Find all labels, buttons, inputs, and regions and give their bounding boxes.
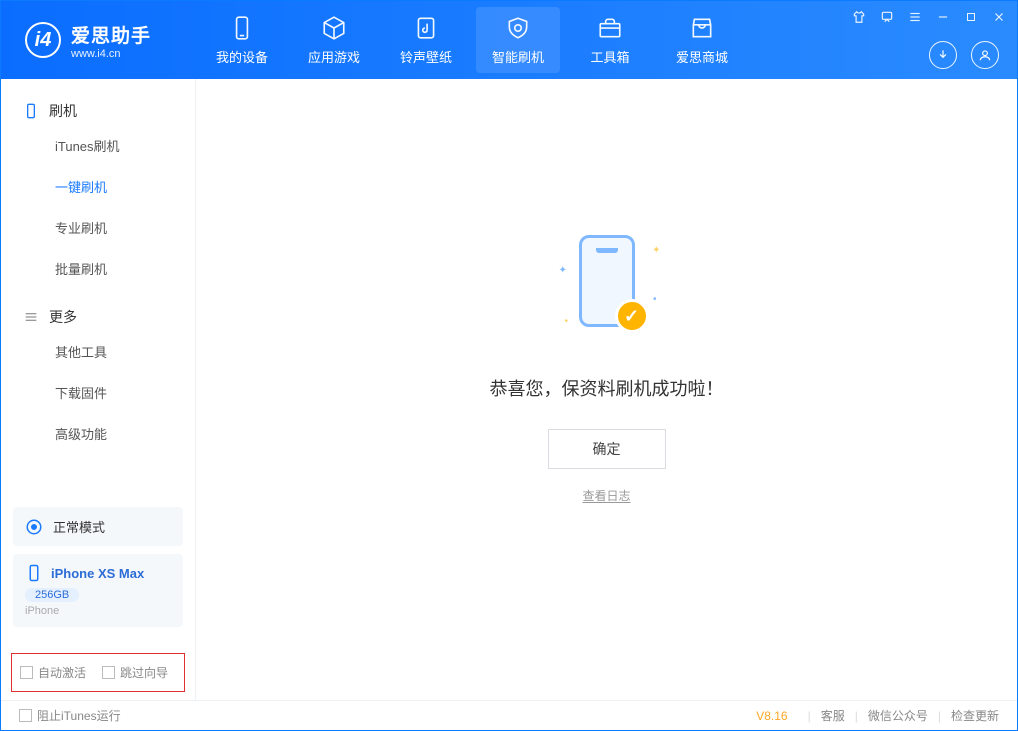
wechat-link[interactable]: 微信公众号 — [868, 707, 928, 724]
app-subtitle: www.i4.cn — [71, 48, 151, 60]
tab-ringtones-wallpapers[interactable]: 铃声壁纸 — [380, 1, 472, 79]
checkbox-auto-activate[interactable]: 自动激活 — [20, 664, 86, 681]
header-right-buttons — [929, 41, 999, 69]
music-note-icon — [413, 15, 439, 41]
close-button[interactable] — [991, 9, 1007, 25]
titlebar-controls — [851, 9, 1007, 25]
store-icon — [689, 15, 715, 41]
cube-icon — [321, 15, 347, 41]
sidebar-item-pro-flash[interactable]: 专业刷机 — [1, 207, 195, 248]
main-tabs: 我的设备 应用游戏 铃声壁纸 智能刷机 工具箱 爱思商城 — [196, 1, 748, 79]
app-title: 爱思助手 — [71, 21, 151, 48]
device-card[interactable]: iPhone XS Max 256GB iPhone — [13, 554, 183, 627]
checkbox-icon — [19, 709, 32, 722]
checkmark-badge-icon: ✓ — [615, 299, 649, 333]
app-header: i4 爱思助手 www.i4.cn 我的设备 应用游戏 铃声壁纸 智能刷机 — [1, 1, 1017, 79]
version-label: V8.16 — [756, 709, 787, 723]
ok-button[interactable]: 确定 — [548, 429, 666, 469]
sidebar-group-flash: 刷机 — [1, 93, 195, 125]
main-content: ✦ ✦ • • ✓ 恭喜您，保资料刷机成功啦！ 确定 查看日志 — [196, 79, 1017, 700]
tab-apps-games[interactable]: 应用游戏 — [288, 1, 380, 79]
check-update-link[interactable]: 检查更新 — [951, 707, 999, 724]
sidebar-item-oneclick-flash[interactable]: 一键刷机 — [1, 166, 195, 207]
checkbox-block-itunes[interactable]: 阻止iTunes运行 — [19, 707, 121, 724]
checkbox-skip-guide[interactable]: 跳过向导 — [102, 664, 168, 681]
sidebar-item-download-firmware[interactable]: 下载固件 — [1, 372, 195, 413]
success-message: 恭喜您，保资料刷机成功啦！ — [490, 375, 724, 401]
device-name: iPhone XS Max — [51, 566, 144, 581]
highlighted-options-box: 自动激活 跳过向导 — [11, 653, 185, 692]
device-phone-icon — [25, 564, 43, 582]
maximize-button[interactable] — [963, 9, 979, 25]
sidebar: 刷机 iTunes刷机 一键刷机 专业刷机 批量刷机 更多 其他工具 下载固件 … — [1, 79, 196, 700]
logo-text: 爱思助手 www.i4.cn — [71, 21, 151, 60]
feedback-icon[interactable] — [879, 9, 895, 25]
device-type: iPhone — [25, 605, 171, 617]
sidebar-item-itunes-flash[interactable]: iTunes刷机 — [1, 125, 195, 166]
list-icon — [23, 309, 39, 325]
toolbox-icon — [597, 15, 623, 41]
status-bar: 阻止iTunes运行 V8.16 | 客服 | 微信公众号 | 检查更新 — [1, 700, 1017, 730]
device-storage-badge: 256GB — [25, 588, 79, 602]
view-log-link[interactable]: 查看日志 — [582, 487, 630, 504]
device-icon — [23, 103, 39, 119]
support-link[interactable]: 客服 — [821, 707, 845, 724]
tab-smart-flash[interactable]: 智能刷机 — [472, 1, 564, 79]
app-logo-icon: i4 — [25, 22, 61, 58]
tab-store[interactable]: 爱思商城 — [656, 1, 748, 79]
sidebar-item-other-tools[interactable]: 其他工具 — [1, 331, 195, 372]
minimize-button[interactable] — [935, 9, 951, 25]
menu-icon[interactable] — [907, 9, 923, 25]
tab-toolbox[interactable]: 工具箱 — [564, 1, 656, 79]
logo-area: i4 爱思助手 www.i4.cn — [1, 21, 196, 60]
skin-icon[interactable] — [851, 9, 867, 25]
phone-icon — [229, 15, 255, 41]
mode-icon — [25, 518, 43, 536]
success-panel: ✦ ✦ • • ✓ 恭喜您，保资料刷机成功啦！ 确定 查看日志 — [490, 225, 724, 504]
success-illustration: ✦ ✦ • • ✓ — [547, 225, 667, 345]
refresh-shield-icon — [505, 15, 531, 41]
checkbox-icon — [102, 666, 115, 679]
account-button[interactable] — [971, 41, 999, 69]
checkbox-icon — [20, 666, 33, 679]
sidebar-group-more: 更多 — [1, 299, 195, 331]
tab-my-device[interactable]: 我的设备 — [196, 1, 288, 79]
download-button[interactable] — [929, 41, 957, 69]
sidebar-item-batch-flash[interactable]: 批量刷机 — [1, 248, 195, 289]
mode-card[interactable]: 正常模式 — [13, 507, 183, 546]
sidebar-item-advanced[interactable]: 高级功能 — [1, 413, 195, 454]
